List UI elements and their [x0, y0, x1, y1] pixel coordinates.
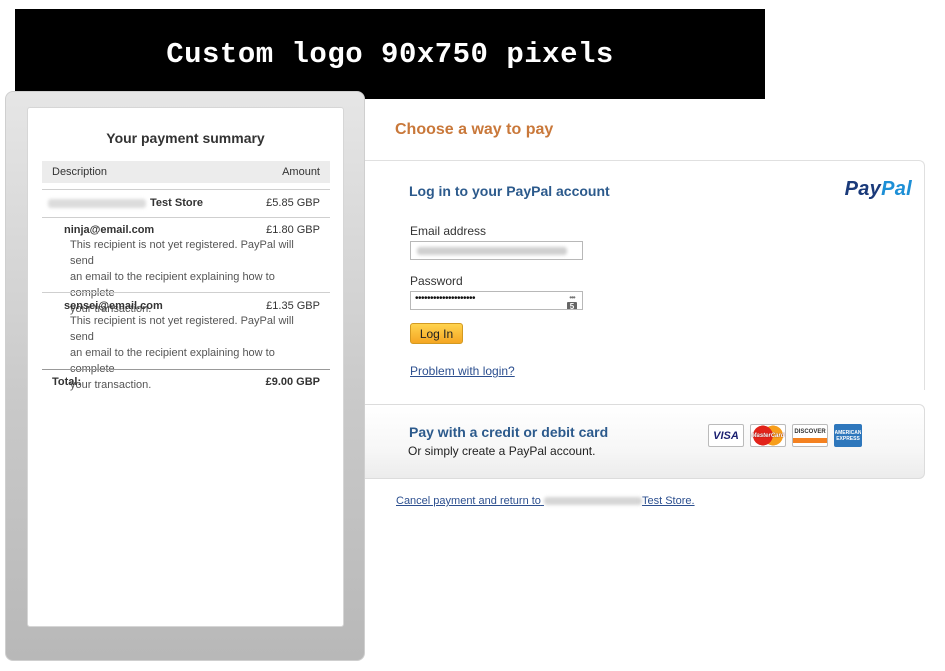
summary-title: Your payment summary — [106, 130, 265, 146]
mastercard-text: MasterCard — [751, 432, 785, 439]
amex-icon: AMERICAN EXPRESS — [834, 424, 862, 447]
mastercard-icon: MasterCard — [750, 424, 786, 447]
note-line: This recipient is not yet registered. Pa… — [70, 239, 294, 267]
paypal-logo-pay: Pay — [844, 178, 882, 200]
discover-icon: DISCOVER — [792, 424, 828, 447]
payment-summary-card: Your payment summary Description Amount … — [27, 107, 344, 627]
card-heading[interactable]: Pay with a credit or debit card — [409, 424, 608, 440]
cancel-prefix: Cancel payment and return to — [396, 495, 541, 507]
email-label: Email address — [410, 224, 487, 238]
login-heading: Log in to your PayPal account — [409, 183, 610, 199]
password-keyboard-icon[interactable]: ••• 5 — [565, 293, 579, 309]
note-line: This recipient is not yet registered. Pa… — [70, 315, 294, 343]
divider — [42, 292, 330, 293]
store-row: Test Store £5.85 GBP — [48, 197, 320, 209]
choose-way-heading: Choose a way to pay — [395, 121, 554, 138]
store-amount: £5.85 GBP — [266, 197, 320, 209]
amex-text: AMERICAN EXPRESS — [834, 429, 862, 442]
password-value: •••••••••••••••••••• — [415, 293, 476, 304]
store-owner-name-redacted — [48, 198, 146, 208]
divider — [42, 369, 330, 370]
paypal-logo: PayPal — [845, 178, 912, 201]
custom-logo-banner: Custom logo 90x750 pixels — [15, 9, 765, 99]
email-field[interactable] — [410, 241, 583, 260]
recipient-email: ninja@email.com — [64, 224, 155, 236]
total-label: Total: — [52, 376, 82, 388]
email-value-redacted — [417, 247, 567, 255]
discover-text: DISCOVER — [794, 428, 826, 435]
cancel-suffix: Test Store. — [641, 495, 695, 507]
divider — [42, 217, 330, 218]
password-label: Password — [410, 274, 463, 288]
col-description: Description — [52, 166, 108, 178]
card-payment-section[interactable]: Pay with a credit or debit card Or simpl… — [365, 404, 925, 479]
card-logos: VISA MasterCard DISCOVER AMERICAN EXPRES… — [708, 424, 862, 447]
card-subtext: Or simply create a PayPal account. — [408, 444, 596, 458]
total-row: Total: £9.00 GBP — [52, 376, 320, 388]
store-name: Test Store — [150, 197, 203, 209]
logo-banner-text: Custom logo 90x750 pixels — [166, 37, 614, 71]
visa-text: VISA — [713, 429, 739, 442]
paypal-logo-pal: Pal — [881, 178, 912, 200]
payment-summary-panel: Your payment summary Description Amount … — [5, 91, 365, 661]
note-line: an email to the recipient explaining how… — [70, 271, 275, 299]
recipient-email: sensei@email.com — [64, 300, 163, 312]
paypal-login-section: Log in to your PayPal account PayPal Ema… — [365, 160, 925, 390]
divider — [42, 189, 330, 190]
visa-icon: VISA — [708, 424, 744, 447]
note-line: an email to the recipient explaining how… — [70, 347, 275, 375]
total-amount: £9.00 GBP — [265, 376, 320, 388]
login-button[interactable]: Log In — [410, 323, 463, 344]
recipient-amount: £1.35 GBP — [266, 300, 320, 312]
col-amount: Amount — [282, 166, 320, 178]
summary-table-header: Description Amount — [42, 161, 330, 183]
cancel-payment-link[interactable]: Cancel payment and return to Test Store. — [396, 495, 695, 507]
password-field[interactable]: •••••••••••••••••••• ••• 5 — [410, 291, 583, 310]
recipient-amount: £1.80 GBP — [266, 224, 320, 236]
problem-login-link[interactable]: Problem with login? — [410, 364, 515, 378]
keyboard-icon-number: 5 — [567, 302, 577, 309]
store-owner-name-redacted — [543, 497, 642, 506]
